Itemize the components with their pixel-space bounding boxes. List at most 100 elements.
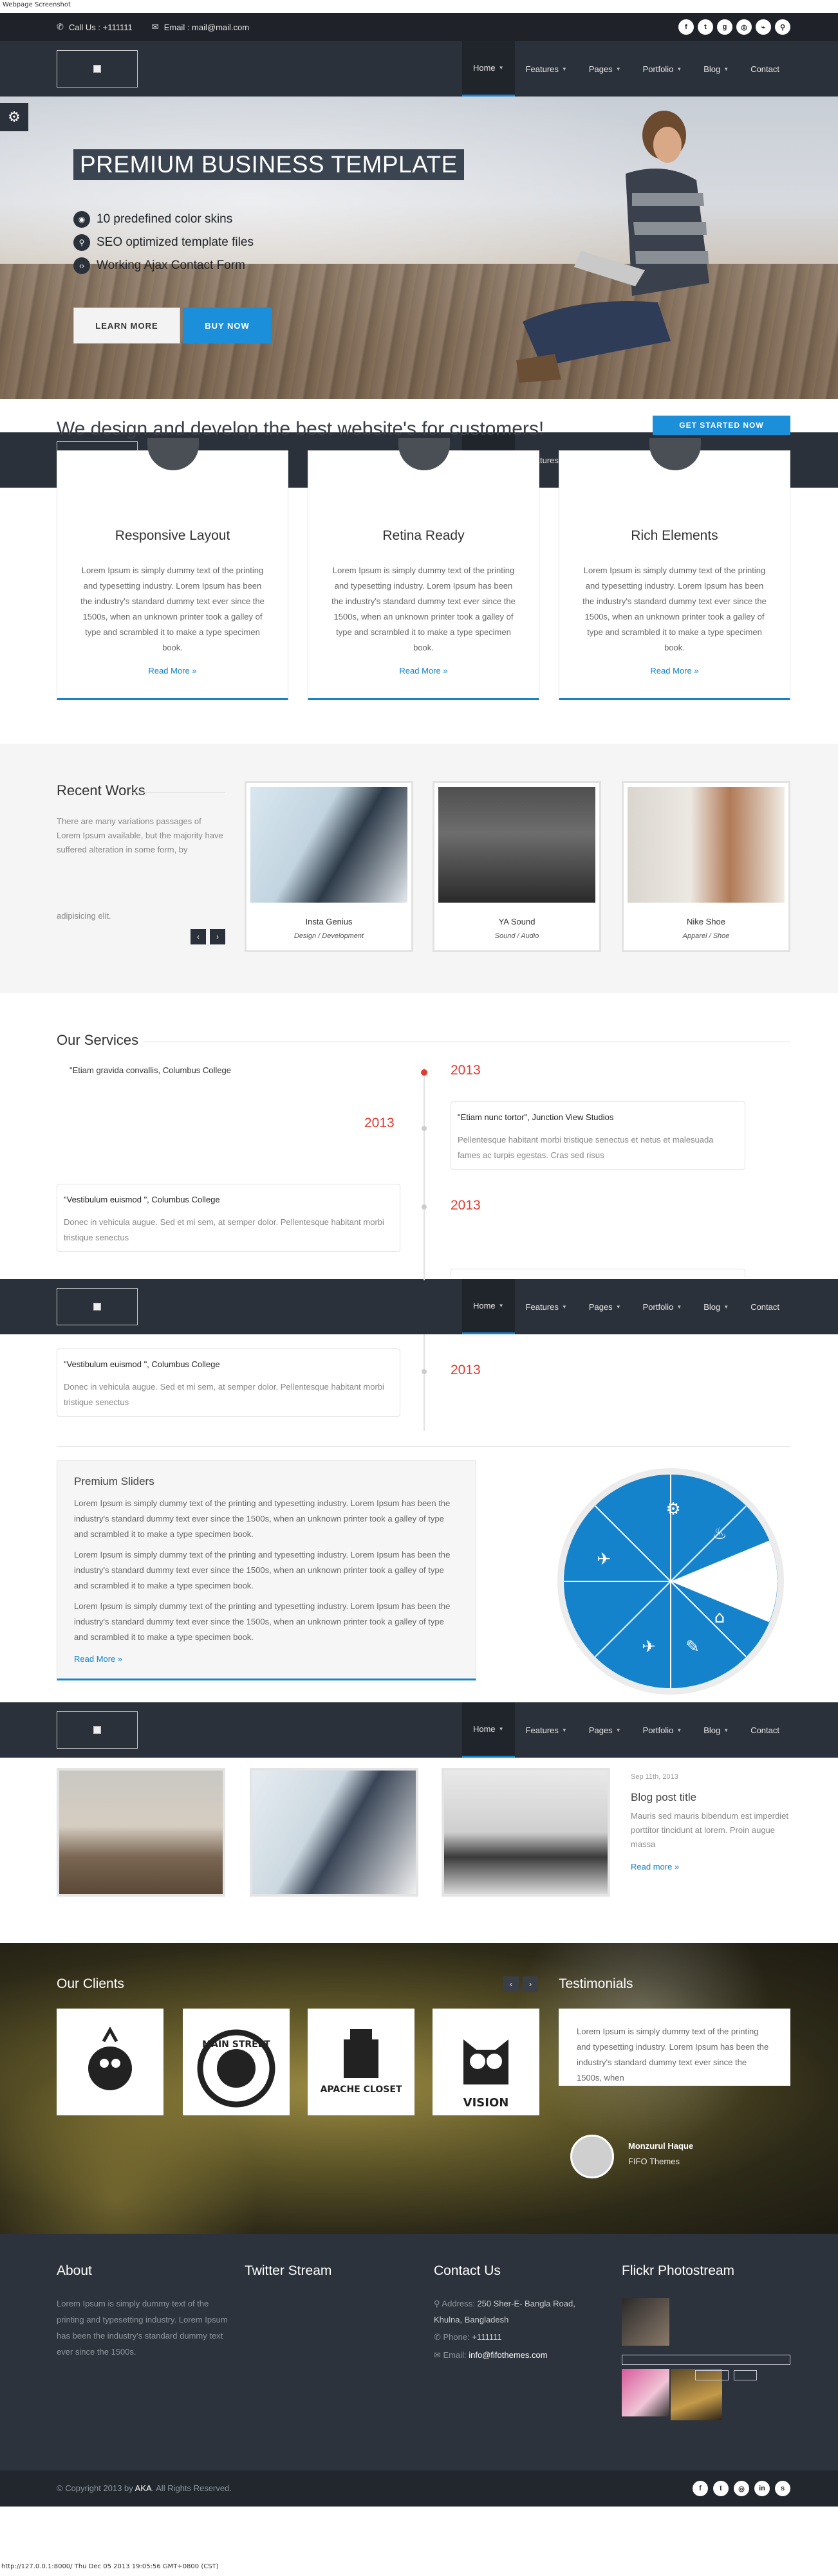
nav-item-features[interactable]: Features▼: [515, 41, 578, 97]
facebook-icon[interactable]: f: [693, 2481, 708, 2496]
bag-icon: ♨: [712, 1524, 727, 1543]
client-logo-bird[interactable]: [57, 2009, 163, 2115]
megaphone-icon: ✈: [642, 1637, 656, 1657]
learn-more-button[interactable]: LEARN MORE: [73, 308, 180, 344]
testimonial-company: FIFO Themes: [628, 2157, 680, 2166]
nav-item-features[interactable]: Features▼: [515, 1279, 578, 1334]
next-arrow-button[interactable]: ›: [210, 929, 225, 944]
buy-now-button[interactable]: BUY NOW: [183, 308, 272, 344]
client-logo-vision[interactable]: VISION: [433, 2009, 539, 2115]
linkedin-icon[interactable]: in: [754, 2481, 770, 2496]
timeline-entry: "Vestibulum euismod ", Columbus College …: [57, 1184, 400, 1252]
footer: About Lorem Ipsum is simply dummy text o…: [0, 2234, 838, 2470]
nav-item-blog[interactable]: Blog▼: [693, 1702, 740, 1758]
flickr-thumb[interactable]: [622, 2298, 669, 2346]
card-title: Responsive Layout: [115, 528, 230, 543]
nav-item-blog[interactable]: Blog▼: [693, 41, 740, 97]
timeline-dot-active: [421, 1069, 427, 1076]
gallery-image[interactable]: [57, 1768, 225, 1897]
twitter-icon[interactable]: t: [698, 19, 713, 35]
envelope-icon: ✉: [151, 22, 159, 32]
avatar: [570, 2135, 614, 2178]
clients-next-button[interactable]: ›: [523, 1976, 538, 1992]
nav-item-contact[interactable]: Contact: [740, 1279, 790, 1334]
main-street-logo: MAIN STREET: [197, 2029, 275, 2108]
clients-title: Our Clients: [57, 1976, 125, 1991]
nav-item-pages[interactable]: Pages▼: [578, 41, 632, 97]
chevron-down-icon: ▼: [676, 66, 682, 72]
sticky-navbar: Home▼Features▼Pages▼Portfolio▼Blog▼Conta…: [0, 1702, 838, 1758]
site-logo[interactable]: [57, 1711, 138, 1749]
premium-sliders-box: Premium Sliders Lorem Ipsum is simply du…: [57, 1460, 476, 1680]
nav-item-pages[interactable]: Pages▼: [578, 1702, 632, 1758]
facebook-icon[interactable]: f: [678, 19, 694, 35]
broken-image-icon: [93, 1726, 101, 1734]
footer-email[interactable]: ✉ Email: info@fifothemes.com: [434, 2347, 548, 2363]
client-logo-apache-closet[interactable]: APACHE CLOSET: [308, 2009, 414, 2115]
footer-about-title: About: [57, 2263, 92, 2278]
work-item[interactable]: YA Sound Sound / Audio: [433, 781, 601, 952]
work-item[interactable]: Nike Shoe Apparel / Shoe: [622, 781, 790, 952]
nav-item-home[interactable]: Home▼: [461, 1279, 515, 1334]
skype-icon[interactable]: s: [775, 2481, 790, 2496]
nav-item-portfolio[interactable]: Portfolio▼: [632, 41, 693, 97]
feature-wheel[interactable]: ⚙ ♨ ▤ ⌂ ✎ ✈ ◈ ✈: [555, 1466, 787, 1697]
read-more-link[interactable]: Read More »: [559, 666, 790, 676]
gallery-image[interactable]: [250, 1768, 418, 1897]
testimonials-title: Testimonials: [559, 1976, 633, 1991]
twitter-icon[interactable]: t: [713, 2481, 729, 2496]
office-team-image: [250, 787, 407, 903]
flickr-broken-image[interactable]: [695, 2370, 729, 2380]
nav-item-contact[interactable]: Contact: [740, 41, 790, 97]
email-text[interactable]: Email : mail@mail.com: [164, 23, 249, 32]
blog-title[interactable]: Blog post title: [631, 1791, 696, 1804]
read-more-link[interactable]: Read More »: [74, 1654, 122, 1664]
status-url: http://127.0.0.1:8000/ Thu Dec 05 2013 1…: [1, 2563, 219, 2570]
google-plus-icon[interactable]: g: [717, 19, 732, 35]
testimonial-quote: Lorem Ipsum is simply dummy text of the …: [559, 2009, 790, 2086]
footer-about-text: Lorem Ipsum is simply dummy text of the …: [57, 2299, 228, 2357]
nav-item-blog[interactable]: Blog▼: [693, 1279, 740, 1334]
broken-image-icon: [93, 1303, 101, 1311]
read-more-link[interactable]: Read More »: [57, 666, 288, 676]
get-started-button[interactable]: GET STARTED NOW: [653, 416, 790, 435]
flickr-broken-image[interactable]: [622, 2355, 790, 2365]
work-item[interactable]: Insta Genius Design / Development: [245, 781, 413, 952]
phone-icon: ✆: [434, 2332, 443, 2342]
client-logo-main-street[interactable]: MAIN STREET: [183, 2009, 290, 2115]
flickr-broken-image[interactable]: [734, 2370, 757, 2380]
nav-item-portfolio[interactable]: Portfolio▼: [632, 1702, 693, 1758]
nav-item-home[interactable]: Home▼: [461, 1702, 515, 1758]
read-more-link[interactable]: Read More »: [308, 666, 539, 676]
nav-item-contact[interactable]: Contact: [740, 1702, 790, 1758]
site-logo[interactable]: [57, 1288, 138, 1325]
svg-text:VISION: VISION: [463, 2096, 509, 2110]
gallery-image[interactable]: [442, 1768, 610, 1897]
dribbble-icon[interactable]: ◎: [734, 2481, 749, 2496]
search-icon[interactable]: ⚲: [775, 19, 790, 35]
blog-read-more-link[interactable]: Read more »: [631, 1862, 679, 1872]
prev-arrow-button[interactable]: ‹: [191, 929, 206, 944]
gear-icon[interactable]: ⚙: [0, 103, 28, 131]
site-logo[interactable]: [57, 50, 138, 87]
footer-flickr-title: Flickr Photostream: [622, 2263, 735, 2278]
nav-item-portfolio[interactable]: Portfolio▼: [632, 1279, 693, 1334]
nav-menu: Home▼Features▼Pages▼Portfolio▼Blog▼Conta…: [461, 1279, 790, 1334]
clients-prev-button[interactable]: ‹: [503, 1976, 519, 1992]
nav-item-pages[interactable]: Pages▼: [578, 1279, 632, 1334]
screenshot-caption: Webpage Screenshot: [0, 0, 838, 13]
phone-text: Call Us : +111111: [68, 22, 133, 32]
timeline-entry-partial: [451, 1269, 745, 1278]
brand-link[interactable]: AKA: [135, 2483, 152, 2493]
nav-item-features[interactable]: Features▼: [515, 1702, 578, 1758]
nav-item-home[interactable]: Home▼: [461, 41, 515, 97]
chevron-down-icon: ▼: [615, 1727, 621, 1733]
rss-icon[interactable]: ⌁: [756, 19, 771, 35]
flickr-thumb[interactable]: [622, 2369, 669, 2416]
footer-address: ⚲ Address: 250 Sher-E- Bangla Road, Khul…: [434, 2299, 575, 2324]
dribbble-icon[interactable]: ◎: [736, 19, 752, 35]
main-navbar: Home ▼ Features ▼ Pages ▼ Portfolio ▼ Blog ▼ Conta…: [0, 41, 838, 97]
email-info[interactable]: ✉ Email : mail@mail.com: [152, 22, 249, 32]
box-title: Premium Sliders: [74, 1475, 154, 1487]
chevron-down-icon: ▼: [561, 1303, 567, 1310]
